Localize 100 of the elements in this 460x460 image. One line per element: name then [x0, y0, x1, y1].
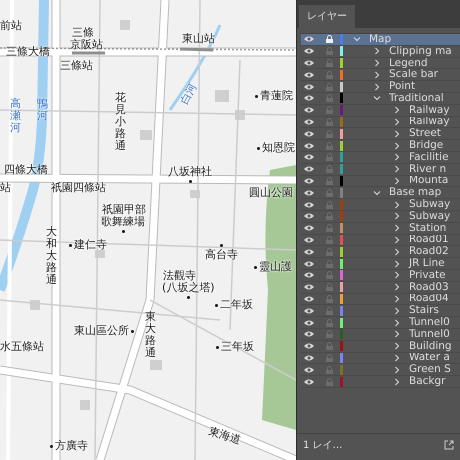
- layer-row[interactable]: Railway: [301, 104, 460, 117]
- chevron-icon[interactable]: [353, 35, 361, 44]
- map-label: 東山區公所: [74, 325, 129, 337]
- eye-icon[interactable]: [304, 331, 314, 338]
- eye-icon[interactable]: [304, 190, 314, 196]
- layer-row[interactable]: Water a: [301, 352, 460, 364]
- eye-icon[interactable]: [304, 296, 314, 302]
- layer-row[interactable]: Backgr: [301, 376, 460, 388]
- chevron-icon[interactable]: [393, 378, 401, 386]
- chevron-icon[interactable]: [373, 58, 381, 67]
- poi-marker-icon: [131, 330, 134, 332]
- layer-row[interactable]: Road03: [301, 282, 460, 294]
- layer-row[interactable]: Legend: [301, 58, 460, 70]
- layer-row[interactable]: Road02: [301, 246, 460, 258]
- layer-row[interactable]: Subway: [301, 199, 460, 211]
- chevron-icon[interactable]: [393, 153, 401, 162]
- eye-icon[interactable]: [304, 320, 314, 326]
- chevron-icon[interactable]: [393, 212, 401, 220]
- chevron-icon[interactable]: [393, 248, 401, 256]
- eye-icon[interactable]: [304, 354, 314, 361]
- chevron-icon[interactable]: [373, 47, 381, 56]
- layers-tab[interactable]: レイヤー: [299, 5, 355, 28]
- chevron-icon[interactable]: [393, 330, 401, 338]
- eye-icon[interactable]: [304, 308, 314, 314]
- chevron-icon[interactable]: [393, 318, 401, 327]
- eye-icon[interactable]: [304, 225, 314, 232]
- layer-row[interactable]: Bridge: [301, 140, 460, 152]
- eye-icon[interactable]: [304, 236, 314, 243]
- layer-row[interactable]: Tunnel0: [301, 317, 460, 329]
- eye-icon[interactable]: [304, 166, 314, 172]
- layer-row[interactable]: Stairs: [301, 305, 460, 318]
- layer-row[interactable]: Point: [301, 81, 460, 93]
- layer-row[interactable]: Scale bar: [301, 69, 460, 82]
- layer-row[interactable]: Subway: [301, 210, 460, 223]
- chevron-icon[interactable]: [393, 165, 401, 174]
- chevron-icon[interactable]: [393, 283, 401, 292]
- chevron-icon[interactable]: [393, 176, 401, 185]
- chevron-icon[interactable]: [393, 260, 401, 268]
- chevron-icon[interactable]: [373, 82, 381, 91]
- chevron-icon[interactable]: [393, 224, 401, 232]
- layer-row[interactable]: River n: [301, 164, 460, 176]
- chevron-icon[interactable]: [393, 142, 401, 150]
- eye-icon[interactable]: [304, 343, 314, 350]
- map-label: 三年坂: [221, 341, 254, 353]
- chevron-icon[interactable]: [393, 271, 401, 280]
- chevron-icon[interactable]: [393, 118, 401, 126]
- map-label: 東海道: [206, 425, 242, 447]
- layer-row[interactable]: Facilitie: [301, 152, 460, 164]
- layer-row[interactable]: Railway: [301, 116, 460, 128]
- chevron-icon[interactable]: [393, 200, 401, 209]
- eye-icon[interactable]: [304, 60, 314, 66]
- chevron-icon[interactable]: [393, 236, 401, 244]
- map-label: 四條大橋: [4, 164, 48, 176]
- layer-row[interactable]: Street: [301, 128, 460, 140]
- eye-icon[interactable]: [304, 260, 314, 267]
- eye-icon[interactable]: [304, 107, 314, 114]
- chevron-icon[interactable]: [393, 354, 401, 362]
- chevron-icon[interactable]: [393, 306, 401, 315]
- layer-row[interactable]: Map: [301, 34, 460, 46]
- eye-icon[interactable]: [304, 142, 314, 149]
- eye-icon[interactable]: [304, 36, 314, 42]
- layer-row[interactable]: Road01: [301, 234, 460, 246]
- layer-row[interactable]: Mounta: [301, 176, 460, 188]
- layer-name: Subway: [409, 210, 450, 222]
- chevron-icon[interactable]: [393, 130, 401, 138]
- chevron-icon[interactable]: [393, 366, 401, 374]
- chevron-icon[interactable]: [393, 342, 401, 350]
- layer-row[interactable]: Road04: [301, 294, 460, 306]
- lock-icon[interactable]: [326, 35, 333, 44]
- chevron-icon[interactable]: [373, 94, 381, 102]
- layer-row[interactable]: Green S: [301, 364, 460, 376]
- eye-icon[interactable]: [304, 366, 314, 373]
- eye-icon[interactable]: [304, 95, 314, 102]
- eye-icon[interactable]: [304, 130, 314, 137]
- chevron-icon[interactable]: [393, 294, 401, 303]
- layer-row[interactable]: JR Line: [301, 258, 460, 270]
- chevron-icon[interactable]: [393, 106, 401, 114]
- export-icon[interactable]: [444, 440, 454, 450]
- layer-row[interactable]: Traditional: [301, 92, 460, 105]
- eye-icon[interactable]: [304, 154, 314, 160]
- eye-icon[interactable]: [304, 378, 314, 384]
- layer-row[interactable]: Tunnel0: [301, 328, 460, 341]
- poi-marker-icon: [254, 266, 257, 268]
- eye-icon[interactable]: [304, 202, 314, 208]
- layer-row[interactable]: Station: [301, 222, 460, 235]
- eye-icon[interactable]: [304, 48, 314, 54]
- eye-icon[interactable]: [304, 213, 314, 220]
- eye-icon[interactable]: [304, 118, 314, 125]
- eye-icon[interactable]: [304, 284, 314, 290]
- layer-row[interactable]: Private: [301, 270, 460, 282]
- layer-row[interactable]: Building: [301, 340, 460, 353]
- eye-icon[interactable]: [304, 248, 314, 255]
- eye-icon[interactable]: [304, 272, 314, 278]
- chevron-icon[interactable]: [373, 70, 381, 79]
- layer-row[interactable]: Clipping ma: [301, 46, 460, 58]
- chevron-icon[interactable]: [373, 188, 381, 197]
- eye-icon[interactable]: [304, 178, 314, 184]
- eye-icon[interactable]: [304, 72, 314, 78]
- layer-row[interactable]: Base map: [301, 187, 460, 200]
- eye-icon[interactable]: [304, 84, 314, 90]
